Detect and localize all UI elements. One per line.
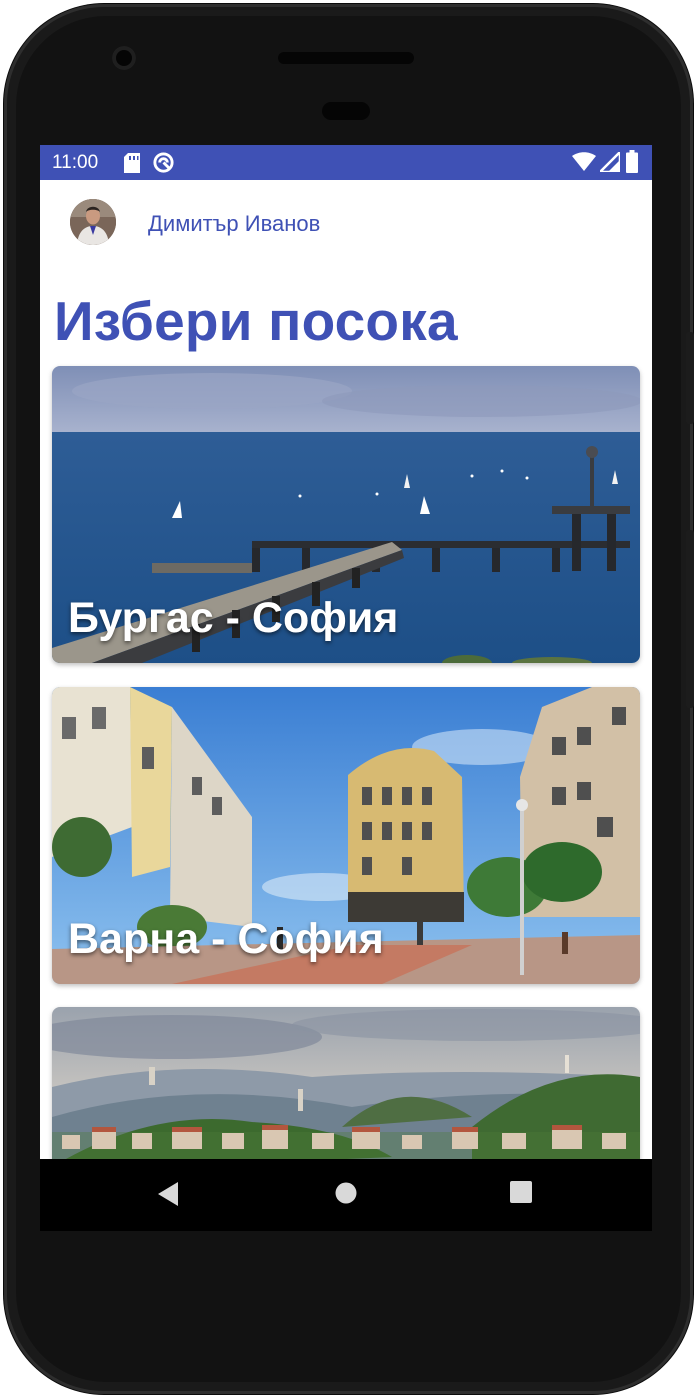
route-label: Бургас - София bbox=[68, 594, 399, 642]
battery-icon bbox=[626, 150, 638, 173]
navigation-bar bbox=[40, 1159, 652, 1231]
route-label: Варна - София bbox=[68, 915, 384, 963]
status-bar: 11:00 bbox=[40, 145, 652, 180]
sync-icon bbox=[153, 152, 174, 173]
status-time: 11:00 bbox=[52, 152, 99, 173]
front-camera bbox=[112, 46, 136, 70]
signal-icon bbox=[600, 152, 620, 172]
volume-button bbox=[686, 530, 694, 708]
proximity-sensor bbox=[322, 102, 370, 120]
recents-icon[interactable] bbox=[510, 1181, 532, 1203]
route-card-plovdiv[interactable] bbox=[52, 1007, 640, 1159]
hills-city-photo bbox=[52, 1007, 640, 1159]
app-screen: 11:00 Димитър Иванов Избери посока Бурга… bbox=[40, 145, 652, 1159]
route-card-varna[interactable]: Варна - София bbox=[52, 687, 640, 984]
wifi-icon bbox=[572, 152, 596, 171]
user-profile[interactable]: Димитър Иванов bbox=[70, 199, 320, 245]
page-title: Избери посока bbox=[54, 290, 458, 352]
power-button bbox=[686, 332, 694, 424]
home-icon[interactable] bbox=[334, 1181, 358, 1205]
user-avatar[interactable] bbox=[70, 199, 116, 245]
sd-card-icon bbox=[124, 153, 140, 173]
route-card-burgas[interactable]: Бургас - София bbox=[52, 366, 640, 663]
user-name[interactable]: Димитър Иванов bbox=[148, 211, 408, 237]
earpiece-speaker bbox=[278, 52, 414, 64]
back-icon[interactable] bbox=[156, 1181, 180, 1207]
